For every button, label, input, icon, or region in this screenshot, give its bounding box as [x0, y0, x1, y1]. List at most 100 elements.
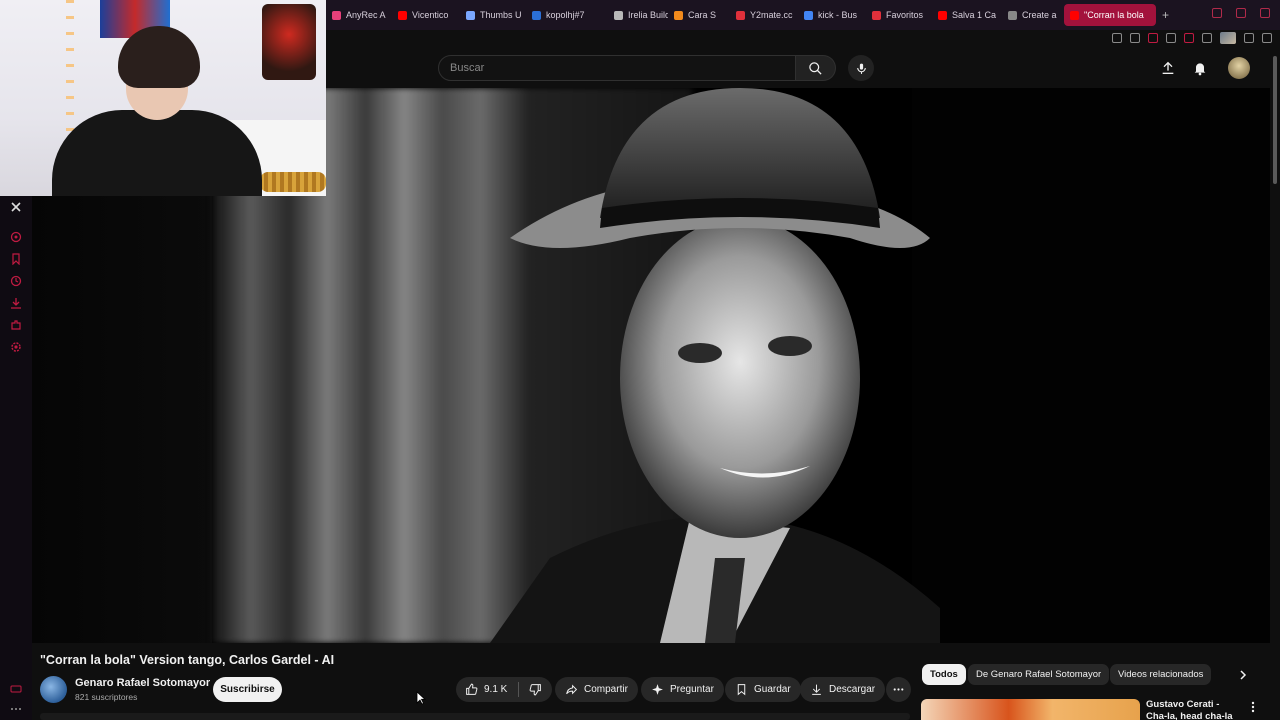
- page-scrollbar[interactable]: [1270, 46, 1280, 720]
- search-button[interactable]: [796, 55, 836, 81]
- channel-name[interactable]: Genaro Rafael Sotomayor: [75, 677, 210, 689]
- browser-tab[interactable]: "Corran la bola: [1064, 4, 1156, 26]
- like-button[interactable]: 9.1 K: [456, 683, 518, 696]
- ellipsis-icon: [893, 688, 904, 691]
- chip-related[interactable]: Videos relacionados: [1110, 664, 1212, 685]
- tab-favicon-icon: [332, 10, 341, 20]
- extensions-icon[interactable]: [10, 318, 22, 330]
- video-frame-portrait: [490, 88, 940, 643]
- thumbs-down-icon: [529, 684, 541, 696]
- mouse-cursor-icon: [416, 691, 426, 705]
- bell-icon: [1194, 63, 1206, 76]
- like-count: 9.1 K: [484, 684, 508, 695]
- tinsel: [260, 172, 326, 192]
- bookmark-save-icon: [737, 684, 746, 696]
- browser-tab[interactable]: kopolhj#7: [526, 4, 608, 26]
- tab-label: Thumbs U: [480, 10, 522, 20]
- window-controls: [1212, 8, 1270, 18]
- bookmark-icon[interactable]: [10, 252, 22, 266]
- search-box: [438, 55, 796, 81]
- tab-label: Create a: [1022, 10, 1057, 20]
- recommendation-menu-button[interactable]: [1248, 700, 1258, 714]
- chips-next-button[interactable]: [1234, 666, 1252, 684]
- shield-icon[interactable]: [1148, 33, 1158, 43]
- heart-icon[interactable]: [1184, 33, 1194, 43]
- create-button[interactable]: [1159, 59, 1177, 77]
- browser-tab[interactable]: Create a: [1002, 4, 1064, 26]
- person-shirt: [52, 110, 262, 196]
- share-label: Compartir: [584, 684, 628, 695]
- download-icon[interactable]: [1244, 33, 1254, 43]
- tab-favicon-icon: [614, 10, 623, 20]
- scrollbar-thumb[interactable]: [1273, 56, 1277, 184]
- more-actions-button[interactable]: [886, 677, 911, 702]
- microphone-icon: [856, 63, 866, 74]
- downloads-icon[interactable]: [10, 296, 22, 309]
- tab-favicon-icon: [1008, 10, 1017, 20]
- tab-label: Irelia Build: [628, 10, 668, 20]
- maximize-icon[interactable]: [1236, 8, 1246, 18]
- tab-label: kopolhj#7: [546, 10, 585, 20]
- channel-avatar[interactable]: [40, 676, 67, 703]
- extension-bar: [1100, 30, 1280, 46]
- gx-corner-icon[interactable]: [10, 682, 22, 694]
- minimize-icon[interactable]: [1212, 8, 1222, 18]
- browser-tab[interactable]: Irelia Build: [608, 4, 668, 26]
- close-window-icon[interactable]: [1260, 8, 1270, 18]
- video-title: "Corran la bola" Version tango, Carlos G…: [40, 653, 335, 667]
- dislike-button[interactable]: [519, 683, 552, 696]
- menu-icon[interactable]: [1262, 33, 1272, 43]
- pin-icon[interactable]: [1112, 33, 1122, 43]
- tab-label: Vicentico: [412, 10, 449, 20]
- browser-tab[interactable]: Y2mate.cc: [730, 4, 798, 26]
- play-icon[interactable]: [1166, 33, 1176, 43]
- tab-favicon-icon: [398, 10, 407, 20]
- new-tab-button[interactable]: +: [1162, 8, 1169, 22]
- tab-favicon-icon: [466, 10, 475, 20]
- browser-tab[interactable]: Thumbs U: [460, 4, 526, 26]
- snapshot-icon[interactable]: [1130, 33, 1140, 43]
- upload-icon: [1162, 61, 1174, 74]
- youtube-header: [326, 46, 1270, 88]
- browser-tab[interactable]: Salva 1 Ca: [932, 4, 1002, 26]
- chip-from-channel[interactable]: De Genaro Rafael Sotomayor: [968, 664, 1110, 685]
- more-options-icon[interactable]: [10, 702, 22, 714]
- tab-favicon-icon: [674, 10, 683, 20]
- notifications-button[interactable]: [1191, 59, 1209, 77]
- tab-label: Cara S: [688, 10, 717, 20]
- save-label: Guardar: [754, 684, 791, 695]
- chip-all[interactable]: Todos: [922, 664, 966, 685]
- user-avatar[interactable]: [1228, 57, 1250, 79]
- vertical-ellipsis-icon: [1251, 701, 1255, 713]
- ask-button[interactable]: Preguntar: [641, 677, 724, 702]
- video-frame-right: [912, 88, 1270, 643]
- tab-strip: AnyRec A Vicentico Thumbs U kopolhj#7 Irelia…: [326, 4, 1169, 26]
- browser-tab[interactable]: AnyRec A: [326, 4, 392, 26]
- share-icon: [566, 684, 578, 695]
- subscribe-button[interactable]: Suscribirse: [213, 677, 282, 702]
- chevron-right-icon: [1240, 670, 1247, 680]
- profile-icon[interactable]: [1220, 32, 1236, 44]
- search-input[interactable]: [439, 56, 795, 80]
- tab-label: AnyRec A: [346, 10, 386, 20]
- browser-tab[interactable]: kick - Bus: [798, 4, 866, 26]
- close-sidebar-icon[interactable]: [10, 200, 22, 212]
- share-button[interactable]: Compartir: [555, 677, 638, 702]
- speed-dial-icon[interactable]: [10, 230, 22, 243]
- tab-favicon-icon: [804, 10, 813, 20]
- voice-search-button[interactable]: [848, 55, 874, 81]
- settings-icon[interactable]: [10, 340, 22, 352]
- tab-favicon-icon: [736, 10, 745, 20]
- browser-tab[interactable]: Favoritos: [866, 4, 932, 26]
- history-icon[interactable]: [10, 274, 22, 287]
- subscriber-count: 821 suscriptores: [75, 692, 138, 702]
- save-button[interactable]: Guardar: [725, 677, 801, 702]
- puzzle-icon[interactable]: [1202, 33, 1212, 43]
- browser-tab[interactable]: Cara S: [668, 4, 730, 26]
- recommendation-thumbnail[interactable]: [921, 699, 1140, 720]
- tab-label: "Corran la bola: [1084, 10, 1144, 20]
- description-box-edge: [40, 713, 910, 720]
- recommendation-title[interactable]: Gustavo Cerati - Cha-la, head cha-la (IA…: [1146, 699, 1242, 720]
- download-button[interactable]: Descargar: [800, 677, 886, 702]
- browser-tab[interactable]: Vicentico: [392, 4, 460, 26]
